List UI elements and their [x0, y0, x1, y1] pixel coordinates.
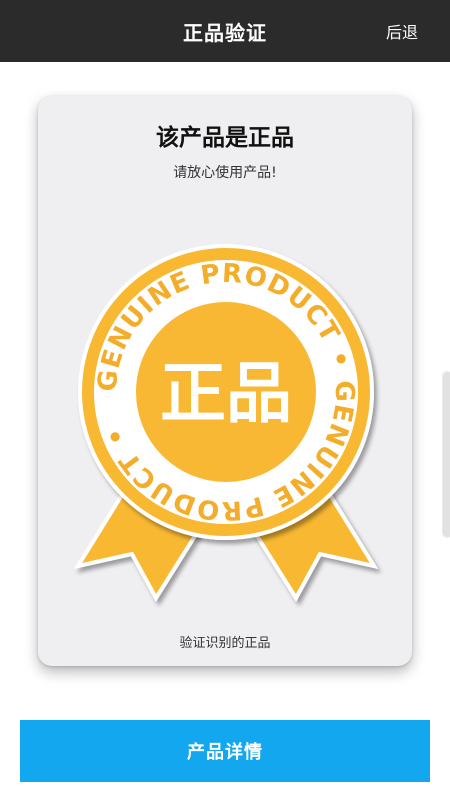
result-footer-text: 验证识别的正品 [179, 636, 271, 651]
verification-result-card: 该产品是正品 请放心使用产品! GENUINE PRODUCT • GENUIN… [38, 96, 412, 666]
genuine-seal-badge: GENUINE PRODUCT • GENUINE PRODUCT • 正品 [73, 244, 379, 602]
seal-center-text: 正品 [160, 355, 292, 432]
app-header: 正品验证 后退 [0, 0, 450, 62]
result-subtitle: 请放心使用产品! [173, 165, 277, 181]
product-details-button[interactable]: 产品详情 [20, 720, 430, 782]
page-title: 正品验证 [183, 20, 267, 45]
side-scroll-handle[interactable] [444, 372, 450, 537]
back-button[interactable]: 后退 [386, 0, 418, 62]
result-title: 该产品是正品 [156, 125, 294, 151]
